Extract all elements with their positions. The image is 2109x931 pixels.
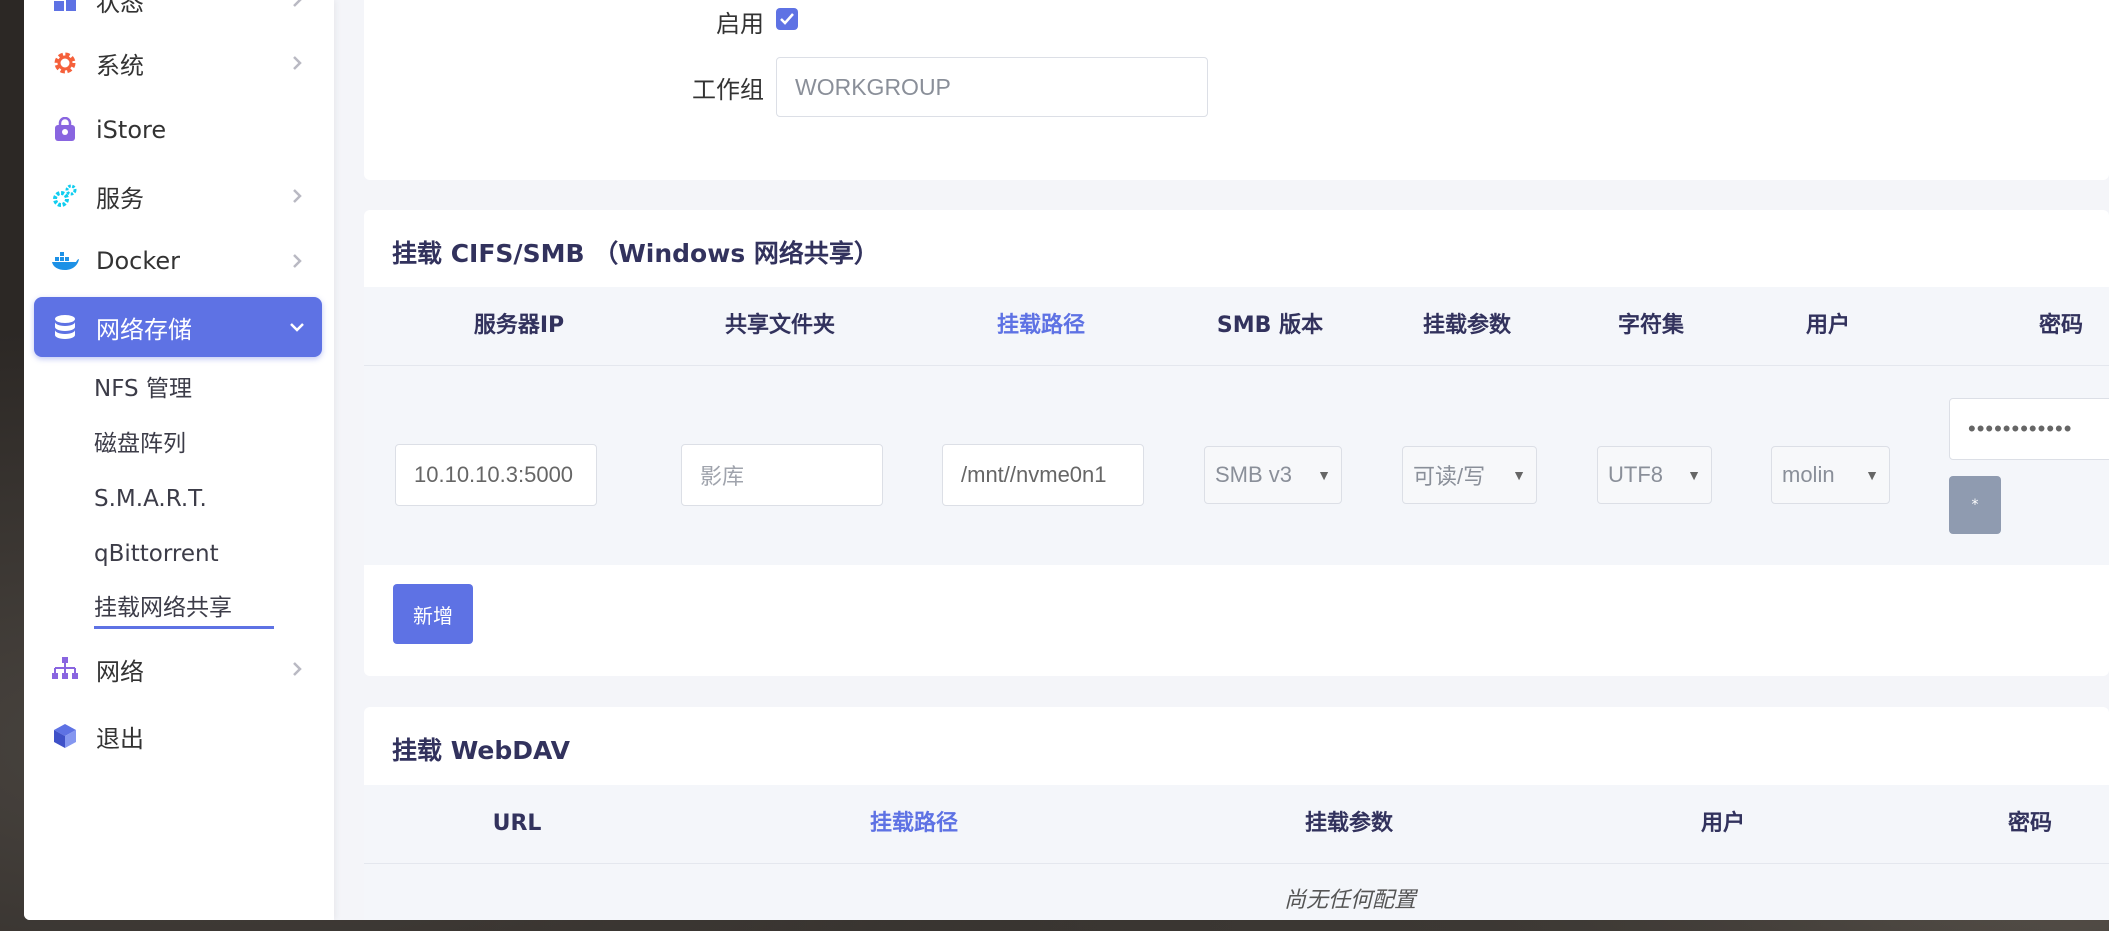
subnav-item-smart[interactable]: S.M.A.R.T. (94, 481, 207, 517)
sidebar-item-network[interactable]: 网络 (34, 640, 322, 698)
network-sitemap-icon (50, 654, 80, 684)
enable-label: 启用 (716, 10, 764, 38)
main-content: 启用 工作组 WORKGROUP 挂载 CIFS/SMB （Windows 网络… (364, 0, 2109, 920)
cifs-table-header: 服务器IP 共享文件夹 挂载路径 SMB 版本 挂载参数 字符集 用户 密码 (364, 287, 2109, 366)
sidebar-item-docker[interactable]: Docker (34, 232, 322, 290)
col-server-ip: 服务器IP (473, 313, 565, 338)
sidebar-item-label: 状态 (96, 0, 144, 17)
webdav-section-title: 挂载 WebDAV (392, 736, 570, 765)
luci-window: 状态 系统 iStore 服务 Docker 网络存储 NFS 管理 磁盘阵列 … (24, 0, 2109, 920)
smb-version-value: SMB v3 (1215, 462, 1293, 487)
sidebar-item-istore[interactable]: iStore (34, 101, 322, 159)
webdav-mount-card: 挂载 WebDAV URL 挂载路径 挂载参数 用户 密码 尚无任何配置 (364, 707, 2109, 920)
sidebar-item-network-storage[interactable]: 网络存储 (34, 297, 322, 357)
enable-checkbox[interactable] (776, 8, 798, 30)
chevron-right-icon (286, 250, 308, 272)
sidebar: 状态 系统 iStore 服务 Docker 网络存储 NFS 管理 磁盘阵列 … (24, 0, 334, 920)
col-mount-path[interactable]: 挂载路径 (997, 287, 1085, 365)
chevron-right-icon (286, 0, 308, 11)
mount-path-input[interactable]: /mnt//nvme0n1 (942, 444, 1144, 506)
col-password: 密码 (2038, 313, 2084, 338)
table-row: 10.10.10.3:5000 影库 /mnt//nvme0n1 SMB v3 … (364, 366, 2109, 565)
subnav-item-raid[interactable]: 磁盘阵列 (94, 426, 186, 462)
mount-options-value: 可读/写 (1413, 464, 1486, 489)
charset-value: UTF8 (1608, 462, 1663, 487)
sidebar-item-label: 网络存储 (96, 315, 192, 344)
server-ip-input[interactable]: 10.10.10.3:5000 (395, 444, 597, 506)
sidebar-item-logout[interactable]: 退出 (34, 707, 322, 765)
store-bag-icon (50, 115, 80, 145)
subnav-item-mount-network-share[interactable]: 挂载网络共享 (94, 590, 274, 629)
subnav-item-qbittorrent[interactable]: qBittorrent (94, 536, 219, 572)
col-mount-path[interactable]: 挂载路径 (870, 785, 958, 863)
reveal-password-button[interactable]: * (1949, 476, 2001, 534)
chevron-right-icon (286, 52, 308, 74)
add-cifs-button[interactable]: 新增 (393, 584, 473, 644)
sidebar-item-label: Docker (96, 247, 181, 275)
col-user: 用户 (1805, 313, 1851, 338)
webdav-empty-row: 尚无任何配置 (364, 864, 2109, 920)
dashboard-icon (50, 0, 80, 15)
webdav-table-header: URL 挂载路径 挂载参数 用户 密码 (364, 785, 2109, 864)
subnav-item-nfs[interactable]: NFS 管理 (94, 371, 192, 407)
chevron-down-icon (286, 316, 308, 338)
chevron-right-icon (286, 658, 308, 680)
caret-down-icon: ▼ (1865, 467, 1879, 483)
caret-down-icon: ▼ (1512, 467, 1526, 483)
global-settings-card: 启用 工作组 WORKGROUP (364, 0, 2109, 180)
chevron-right-icon (286, 185, 308, 207)
cifs-mount-card: 挂载 CIFS/SMB （Windows 网络共享） 服务器IP 共享文件夹 挂… (364, 210, 2109, 676)
col-password: 密码 (2007, 811, 2053, 836)
services-gears-icon (50, 181, 80, 211)
col-charset: 字符集 (1617, 313, 1685, 338)
smb-version-select[interactable]: SMB v3 ▼ (1204, 446, 1342, 504)
sidebar-item-system[interactable]: 系统 (34, 34, 322, 92)
mount-options-select[interactable]: 可读/写 ▼ (1402, 446, 1537, 504)
col-mount-options: 挂载参数 (1304, 811, 1394, 836)
sidebar-item-services[interactable]: 服务 (34, 167, 322, 225)
check-icon (780, 13, 794, 25)
logout-cube-icon (50, 721, 80, 751)
sidebar-item-label: 服务 (96, 184, 144, 213)
sidebar-item-label: 系统 (96, 51, 144, 80)
docker-whale-icon (50, 246, 80, 276)
col-share-folder: 共享文件夹 (724, 313, 836, 338)
user-value: molin (1782, 462, 1835, 487)
workgroup-label: 工作组 (692, 76, 764, 104)
gear-icon (50, 48, 80, 78)
database-icon (50, 312, 80, 342)
workgroup-input[interactable]: WORKGROUP (776, 57, 1208, 117)
col-mount-options: 挂载参数 (1422, 313, 1512, 338)
empty-state-text: 尚无任何配置 (1284, 888, 1417, 913)
user-select[interactable]: molin ▼ (1771, 446, 1890, 504)
col-smb-version: SMB 版本 (1216, 313, 1324, 338)
charset-select[interactable]: UTF8 ▼ (1597, 446, 1712, 504)
sidebar-item-label: iStore (96, 116, 167, 144)
cifs-section-title: 挂载 CIFS/SMB （Windows 网络共享） (392, 239, 879, 268)
caret-down-icon: ▼ (1317, 467, 1331, 483)
share-folder-input[interactable]: 影库 (681, 444, 883, 506)
password-input[interactable]: •••••••••••• (1949, 398, 2109, 460)
sidebar-item-label: 网络 (96, 657, 144, 686)
sidebar-item-status[interactable]: 状态 (34, 0, 322, 29)
caret-down-icon: ▼ (1687, 467, 1701, 483)
col-url: URL (492, 811, 542, 836)
sidebar-item-label: 退出 (96, 724, 144, 753)
col-user: 用户 (1700, 811, 1746, 836)
